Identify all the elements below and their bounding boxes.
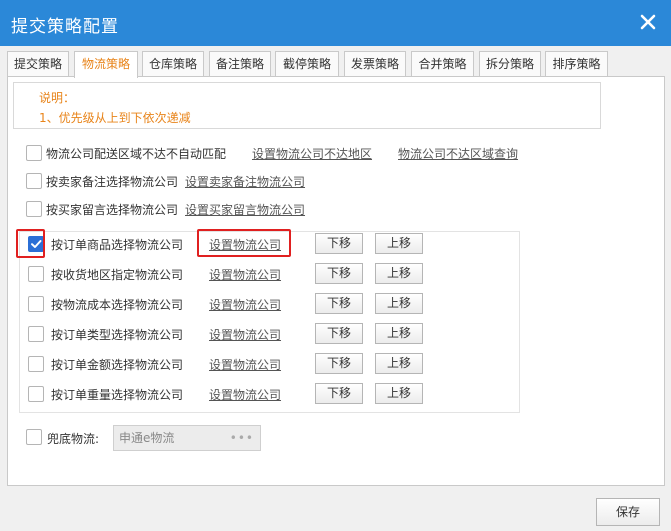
set-unreachable-regions-link[interactable]: 设置物流公司不达地区 (252, 145, 372, 162)
tab-label: 截停策略 (282, 57, 331, 71)
dialog-body: 提交策略 物流策略 仓库策略 备注策略 截停策略 发票策略 合并策略 拆分策略 … (0, 46, 671, 531)
seller-note-label: 按卖家备注选择物流公司 (46, 175, 179, 189)
region-match-label: 物流公司配送区域不达不自动匹配 (46, 147, 227, 161)
move-up-button[interactable]: 上移 (375, 293, 423, 314)
note-line: 1、优先级从上到下依次递减 (39, 111, 191, 125)
move-up-button[interactable]: 上移 (375, 353, 423, 374)
fallback-logistics-select[interactable]: 申通e物流 ••• (113, 425, 261, 451)
tab-label: 物流策略 (81, 57, 130, 71)
tab-label: 合并策略 (418, 57, 467, 71)
tab-label: 发票策略 (350, 57, 399, 71)
priority-rules-group: 按订单商品选择物流公司 设置物流公司 下移 上移 按收货地区指定物流公司 设置物… (19, 231, 520, 413)
tab-split-strategy[interactable]: 拆分策略 (479, 51, 541, 77)
rule-label: 按订单商品选择物流公司 (51, 238, 184, 252)
fallback-logistics-label: 兜底物流: (47, 432, 100, 446)
query-unreachable-regions-link[interactable]: 物流公司不达区域查询 (398, 145, 518, 162)
move-up-button[interactable]: 上移 (375, 233, 423, 254)
move-up-button[interactable]: 上移 (375, 383, 423, 404)
region-match-checkbox[interactable] (26, 145, 42, 161)
rule-label: 按订单重量选择物流公司 (51, 388, 184, 402)
rule-checkbox[interactable] (28, 326, 44, 342)
tab-logistics-strategy[interactable]: 物流策略 (74, 51, 138, 78)
fallback-logistics-checkbox[interactable] (26, 429, 42, 445)
checkmark-icon (31, 240, 42, 248)
dialog-footer: 保存 (0, 486, 671, 531)
dialog-title: 提交策略配置 (11, 17, 119, 37)
tab-submit-strategy[interactable]: 提交策略 (7, 51, 69, 77)
set-logistics-company-link[interactable]: 设置物流公司 (209, 266, 281, 283)
rule-checkbox[interactable] (28, 236, 44, 252)
set-logistics-company-link[interactable]: 设置物流公司 (209, 326, 281, 343)
move-down-button[interactable]: 下移 (315, 293, 363, 314)
close-icon[interactable] (637, 11, 659, 33)
move-down-button[interactable]: 下移 (315, 323, 363, 344)
move-up-button[interactable]: 上移 (375, 323, 423, 344)
move-down-button[interactable]: 下移 (315, 353, 363, 374)
rule-label: 按订单类型选择物流公司 (51, 328, 184, 342)
set-buyer-message-logistics-link[interactable]: 设置买家留言物流公司 (185, 201, 305, 218)
rule-checkbox[interactable] (28, 386, 44, 402)
tab-remark-strategy[interactable]: 备注策略 (209, 51, 271, 77)
set-seller-note-logistics-link[interactable]: 设置卖家备注物流公司 (185, 173, 305, 190)
rule-label: 按收货地区指定物流公司 (51, 268, 184, 282)
tab-warehouse-strategy[interactable]: 仓库策略 (142, 51, 204, 77)
tab-merge-strategy[interactable]: 合并策略 (411, 51, 474, 77)
logistics-strategy-panel: 说明： 1、优先级从上到下依次递减 物流公司配送区域不达不自动匹配 设置物流公司… (7, 76, 665, 486)
move-up-button[interactable]: 上移 (375, 263, 423, 284)
tab-intercept-strategy[interactable]: 截停策略 (275, 51, 339, 77)
instruction-box: 说明： 1、优先级从上到下依次递减 (13, 82, 601, 129)
tab-label: 仓库策略 (148, 57, 197, 71)
dialog-titlebar: 提交策略配置 (0, 0, 671, 46)
more-options-icon: ••• (229, 431, 254, 445)
buyer-message-checkbox[interactable] (26, 201, 42, 217)
note-heading: 说明： (39, 91, 76, 105)
tab-label: 备注策略 (215, 57, 264, 71)
rule-checkbox[interactable] (28, 296, 44, 312)
fallback-logistics-value: 申通e物流 (119, 431, 175, 445)
set-logistics-company-link[interactable]: 设置物流公司 (209, 236, 281, 253)
rule-checkbox[interactable] (28, 266, 44, 282)
move-down-button[interactable]: 下移 (315, 263, 363, 284)
tab-label: 提交策略 (13, 57, 62, 71)
tab-invoice-strategy[interactable]: 发票策略 (344, 51, 406, 77)
tab-label: 排序策略 (552, 57, 601, 71)
seller-note-checkbox[interactable] (26, 173, 42, 189)
buyer-message-label: 按买家留言选择物流公司 (46, 203, 179, 217)
tab-sort-strategy[interactable]: 排序策略 (545, 51, 608, 77)
set-logistics-company-link[interactable]: 设置物流公司 (209, 386, 281, 403)
rule-label: 按物流成本选择物流公司 (51, 298, 184, 312)
tab-label: 拆分策略 (485, 57, 534, 71)
save-button[interactable]: 保存 (596, 498, 660, 526)
move-down-button[interactable]: 下移 (315, 383, 363, 404)
rule-label: 按订单金额选择物流公司 (51, 358, 184, 372)
set-logistics-company-link[interactable]: 设置物流公司 (209, 356, 281, 373)
rule-checkbox[interactable] (28, 356, 44, 372)
move-down-button[interactable]: 下移 (315, 233, 363, 254)
set-logistics-company-link[interactable]: 设置物流公司 (209, 296, 281, 313)
